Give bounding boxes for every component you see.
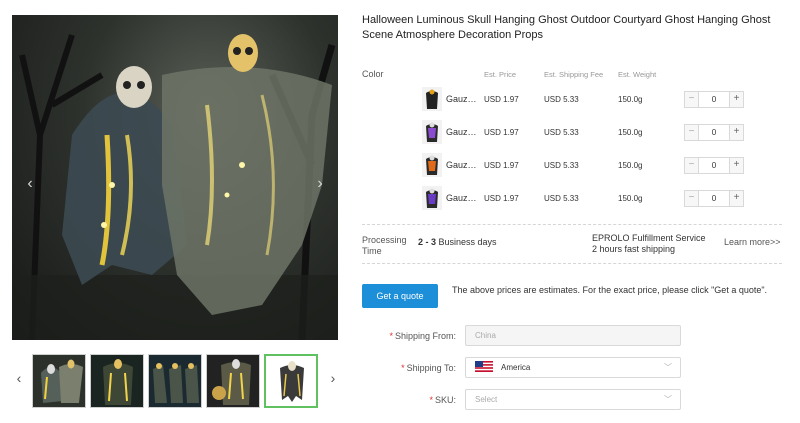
variant-row: Gauz… USD 1.97 USD 5.33 150.0g − 0 +	[362, 83, 782, 115]
variant-thumbnail[interactable]	[422, 153, 442, 177]
est-shipping-header: Est. Shipping Fee	[544, 70, 604, 79]
decrement-button[interactable]: −	[685, 125, 699, 140]
fulfillment-service-speed: 2 hours fast shipping	[592, 244, 676, 254]
estimate-note: The above prices are estimates. For the …	[452, 285, 768, 295]
increment-button[interactable]: +	[729, 158, 743, 173]
shipping-to-select[interactable]: America ﹀	[465, 357, 681, 378]
shipping-to-label: * Shipping To:	[362, 363, 456, 373]
sku-label: * SKU:	[362, 395, 456, 405]
quantity-input[interactable]: 0	[699, 158, 729, 173]
variant-weight: 150.0g	[618, 161, 643, 170]
variant-weight: 150.0g	[618, 128, 643, 137]
quantity-stepper: − 0 +	[684, 124, 744, 141]
thumbnail-4[interactable]	[206, 354, 260, 408]
image-prev-arrow[interactable]: ‹	[22, 175, 38, 193]
us-flag-icon	[475, 361, 493, 373]
variant-name: Gauz…	[446, 127, 477, 137]
get-a-quote-button[interactable]: Get a quote	[362, 284, 438, 308]
processing-time-value: 2 - 3 Business days	[418, 237, 497, 247]
variant-row: Gauz… USD 1.97 USD 5.33 150.0g − 0 +	[362, 116, 782, 148]
thumbnail-3-image	[149, 355, 201, 407]
divider	[362, 263, 782, 264]
increment-button[interactable]: +	[729, 191, 743, 206]
variant-weight: 150.0g	[618, 95, 643, 104]
thumbnail-4-image	[207, 355, 259, 407]
quantity-stepper: − 0 +	[684, 91, 744, 108]
thumbnail-5-image	[266, 356, 316, 406]
variant-thumbnail[interactable]	[422, 186, 442, 210]
required-mark: *	[429, 395, 433, 405]
variant-price: USD 1.97	[484, 194, 519, 203]
variant-name: Gauz…	[446, 94, 477, 104]
sku-label-text: SKU:	[434, 395, 456, 405]
variant-row: Gauz… USD 1.97 USD 5.33 150.0g − 0 +	[362, 182, 782, 214]
processing-days: 2 - 3	[418, 237, 437, 247]
quantity-input[interactable]: 0	[699, 92, 729, 107]
est-price-header: Est. Price	[484, 70, 517, 79]
variant-shipping-fee: USD 5.33	[544, 161, 579, 170]
shipping-to-value: America	[501, 363, 531, 372]
thumbnail-2[interactable]	[90, 354, 144, 408]
variant-thumbnail[interactable]	[422, 120, 442, 144]
variant-shipping-fee: USD 5.33	[544, 95, 579, 104]
thumbnail-3[interactable]	[148, 354, 202, 408]
thumbnail-5[interactable]	[264, 354, 318, 408]
decrement-button[interactable]: −	[685, 191, 699, 206]
variant-weight: 150.0g	[618, 194, 643, 203]
sku-placeholder: Select	[475, 395, 498, 404]
est-weight-header: Est. Weight	[618, 70, 657, 79]
fulfillment-service-name: EPROLO Fulfillment Service	[592, 233, 706, 243]
shipping-from-label-text: Shipping From:	[394, 331, 456, 341]
variant-shipping-fee: USD 5.33	[544, 128, 579, 137]
thumbnail-2-image	[91, 355, 143, 407]
decrement-button[interactable]: −	[685, 158, 699, 173]
fulfillment-service: EPROLO Fulfillment Service 2 hours fast …	[592, 233, 706, 255]
shipping-from-value: China	[475, 331, 496, 340]
variant-list: Gauz… USD 1.97 USD 5.33 150.0g − 0 + Gau…	[362, 83, 782, 215]
quantity-stepper: − 0 +	[684, 190, 744, 207]
shipping-from-field: China	[465, 325, 681, 346]
variant-thumbnail[interactable]	[422, 87, 442, 111]
shipping-to-label-text: Shipping To:	[406, 363, 456, 373]
color-label: Color	[362, 69, 384, 79]
chevron-down-icon: ﹀	[664, 395, 672, 404]
variant-price: USD 1.97	[484, 161, 519, 170]
required-mark: *	[401, 363, 405, 373]
variant-price: USD 1.97	[484, 95, 519, 104]
learn-more-link[interactable]: Learn more>>	[724, 237, 781, 247]
variant-name: Gauz…	[446, 160, 477, 170]
image-next-arrow[interactable]: ›	[312, 175, 328, 193]
variant-row: Gauz… USD 1.97 USD 5.33 150.0g − 0 +	[362, 149, 782, 181]
increment-button[interactable]: +	[729, 125, 743, 140]
processing-days-suffix: Business days	[436, 237, 497, 247]
shipping-from-label: * Shipping From:	[362, 331, 456, 341]
quantity-stepper: − 0 +	[684, 157, 744, 174]
thumbnail-1-image	[33, 355, 85, 407]
required-mark: *	[389, 331, 393, 341]
product-main-image[interactable]: ‹ ›	[12, 15, 338, 340]
quantity-input[interactable]: 0	[699, 191, 729, 206]
quantity-input[interactable]: 0	[699, 125, 729, 140]
sku-select[interactable]: Select ﹀	[465, 389, 681, 410]
variant-name: Gauz…	[446, 193, 477, 203]
variant-shipping-fee: USD 5.33	[544, 194, 579, 203]
ghost-scene-illustration	[12, 34, 338, 340]
increment-button[interactable]: +	[729, 92, 743, 107]
thumbnail-prev-arrow[interactable]: ‹	[12, 370, 26, 386]
decrement-button[interactable]: −	[685, 92, 699, 107]
thumbnail-1[interactable]	[32, 354, 86, 408]
divider	[362, 224, 782, 225]
thumbnail-next-arrow[interactable]: ›	[326, 370, 340, 386]
variant-price: USD 1.97	[484, 128, 519, 137]
thumbnail-strip: ‹ ›	[12, 352, 342, 408]
processing-time-label: Processing Time	[362, 235, 407, 256]
product-title: Halloween Luminous Skull Hanging Ghost O…	[362, 14, 771, 41]
chevron-down-icon: ﹀	[664, 363, 672, 372]
